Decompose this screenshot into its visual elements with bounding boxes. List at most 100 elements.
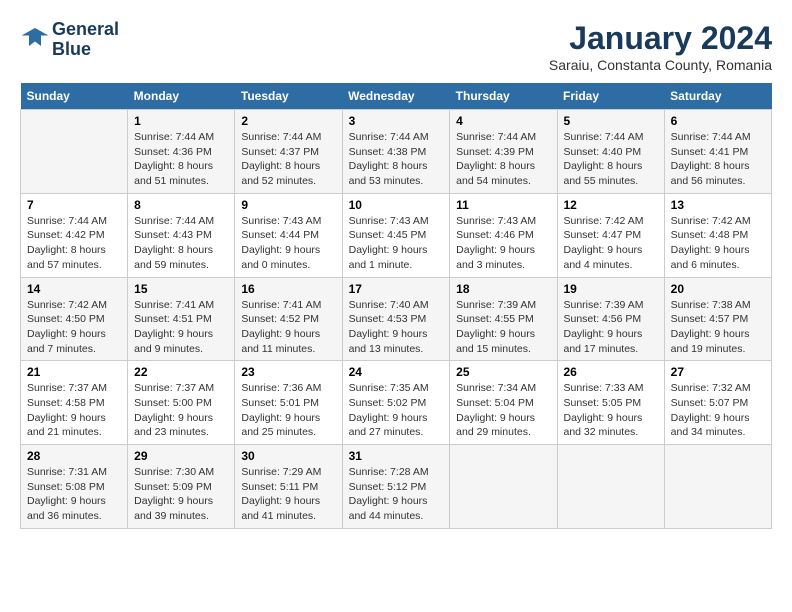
cell-sun-info: Sunrise: 7:28 AMSunset: 5:12 PMDaylight:… — [349, 465, 444, 524]
cell-sun-info: Sunrise: 7:30 AMSunset: 5:09 PMDaylight:… — [134, 465, 228, 524]
day-number: 21 — [27, 365, 121, 379]
month-title: January 2024 — [549, 20, 772, 57]
cell-sun-info: Sunrise: 7:29 AMSunset: 5:11 PMDaylight:… — [241, 465, 335, 524]
calendar-cell — [21, 110, 128, 194]
logo-icon — [20, 25, 50, 55]
day-number: 24 — [349, 365, 444, 379]
day-number: 16 — [241, 282, 335, 296]
title-block: January 2024 Saraiu, Constanta County, R… — [549, 20, 772, 73]
cell-sun-info: Sunrise: 7:33 AMSunset: 5:05 PMDaylight:… — [564, 381, 658, 440]
cell-sun-info: Sunrise: 7:42 AMSunset: 4:47 PMDaylight:… — [564, 214, 658, 273]
cell-sun-info: Sunrise: 7:44 AMSunset: 4:38 PMDaylight:… — [349, 130, 444, 189]
weekday-header: Wednesday — [342, 83, 450, 110]
cell-sun-info: Sunrise: 7:43 AMSunset: 4:45 PMDaylight:… — [349, 214, 444, 273]
day-number: 14 — [27, 282, 121, 296]
day-number: 25 — [456, 365, 550, 379]
calendar-cell: 14 Sunrise: 7:42 AMSunset: 4:50 PMDayligh… — [21, 277, 128, 361]
calendar-week-row: 28 Sunrise: 7:31 AMSunset: 5:08 PMDayligh… — [21, 445, 772, 529]
day-number: 22 — [134, 365, 228, 379]
cell-sun-info: Sunrise: 7:44 AMSunset: 4:41 PMDaylight:… — [671, 130, 765, 189]
cell-sun-info: Sunrise: 7:42 AMSunset: 4:48 PMDaylight:… — [671, 214, 765, 273]
day-number: 1 — [134, 114, 228, 128]
day-number: 6 — [671, 114, 765, 128]
location-title: Saraiu, Constanta County, Romania — [549, 57, 772, 73]
calendar-cell: 10 Sunrise: 7:43 AMSunset: 4:45 PMDayligh… — [342, 193, 450, 277]
calendar-cell: 23Sunrise: 7:36 AMSunset: 5:01 PMDayligh… — [235, 361, 342, 445]
logo-line2: Blue — [52, 40, 119, 60]
calendar-cell: 9 Sunrise: 7:43 AMSunset: 4:44 PMDaylight… — [235, 193, 342, 277]
calendar-cell: 17Sunrise: 7:40 AMSunset: 4:53 PMDayligh… — [342, 277, 450, 361]
cell-sun-info: Sunrise: 7:44 AMSunset: 4:39 PMDaylight:… — [456, 130, 550, 189]
weekday-header: Sunday — [21, 83, 128, 110]
weekday-header: Saturday — [664, 83, 771, 110]
cell-sun-info: Sunrise: 7:34 AMSunset: 5:04 PMDaylight:… — [456, 381, 550, 440]
calendar-cell: 1 Sunrise: 7:44 AMSunset: 4:36 PMDaylight… — [128, 110, 235, 194]
day-number: 3 — [349, 114, 444, 128]
cell-sun-info: Sunrise: 7:39 AMSunset: 4:56 PMDaylight:… — [564, 298, 658, 357]
calendar-table: SundayMondayTuesdayWednesdayThursdayFrid… — [20, 83, 772, 529]
calendar-cell: 15Sunrise: 7:41 AMSunset: 4:51 PMDayligh… — [128, 277, 235, 361]
calendar-cell: 24 Sunrise: 7:35 AMSunset: 5:02 PMDayligh… — [342, 361, 450, 445]
cell-sun-info: Sunrise: 7:44 AMSunset: 4:40 PMDaylight:… — [564, 130, 658, 189]
logo: General Blue — [20, 20, 119, 60]
day-number: 2 — [241, 114, 335, 128]
weekday-header: Tuesday — [235, 83, 342, 110]
calendar-week-row: 7 Sunrise: 7:44 AMSunset: 4:42 PMDaylight… — [21, 193, 772, 277]
day-number: 5 — [564, 114, 658, 128]
cell-sun-info: Sunrise: 7:43 AMSunset: 4:44 PMDaylight:… — [241, 214, 335, 273]
cell-sun-info: Sunrise: 7:44 AMSunset: 4:43 PMDaylight:… — [134, 214, 228, 273]
calendar-cell: 5 Sunrise: 7:44 AMSunset: 4:40 PMDaylight… — [557, 110, 664, 194]
calendar-cell: 26 Sunrise: 7:33 AMSunset: 5:05 PMDayligh… — [557, 361, 664, 445]
calendar-cell: 2 Sunrise: 7:44 AMSunset: 4:37 PMDaylight… — [235, 110, 342, 194]
day-number: 26 — [564, 365, 658, 379]
day-number: 12 — [564, 198, 658, 212]
day-number: 29 — [134, 449, 228, 463]
calendar-cell: 8 Sunrise: 7:44 AMSunset: 4:43 PMDaylight… — [128, 193, 235, 277]
calendar-week-row: 14 Sunrise: 7:42 AMSunset: 4:50 PMDayligh… — [21, 277, 772, 361]
calendar-cell: 3 Sunrise: 7:44 AMSunset: 4:38 PMDaylight… — [342, 110, 450, 194]
calendar-cell: 29 Sunrise: 7:30 AMSunset: 5:09 PMDayligh… — [128, 445, 235, 529]
calendar-cell: 20Sunrise: 7:38 AMSunset: 4:57 PMDayligh… — [664, 277, 771, 361]
calendar-cell: 19Sunrise: 7:39 AMSunset: 4:56 PMDayligh… — [557, 277, 664, 361]
logo-text: General Blue — [52, 20, 119, 60]
calendar-cell: 22 Sunrise: 7:37 AMSunset: 5:00 PMDayligh… — [128, 361, 235, 445]
calendar-cell: 31 Sunrise: 7:28 AMSunset: 5:12 PMDayligh… — [342, 445, 450, 529]
cell-sun-info: Sunrise: 7:42 AMSunset: 4:50 PMDaylight:… — [27, 298, 121, 357]
calendar-cell: 30 Sunrise: 7:29 AMSunset: 5:11 PMDayligh… — [235, 445, 342, 529]
calendar-week-row: 1 Sunrise: 7:44 AMSunset: 4:36 PMDaylight… — [21, 110, 772, 194]
calendar-cell: 7 Sunrise: 7:44 AMSunset: 4:42 PMDaylight… — [21, 193, 128, 277]
cell-sun-info: Sunrise: 7:41 AMSunset: 4:52 PMDaylight:… — [241, 298, 335, 357]
calendar-cell: 27Sunrise: 7:32 AMSunset: 5:07 PMDayligh… — [664, 361, 771, 445]
cell-sun-info: Sunrise: 7:37 AMSunset: 4:58 PMDaylight:… — [27, 381, 121, 440]
weekday-header: Thursday — [450, 83, 557, 110]
day-number: 4 — [456, 114, 550, 128]
day-number: 7 — [27, 198, 121, 212]
day-number: 8 — [134, 198, 228, 212]
cell-sun-info: Sunrise: 7:44 AMSunset: 4:36 PMDaylight:… — [134, 130, 228, 189]
cell-sun-info: Sunrise: 7:35 AMSunset: 5:02 PMDaylight:… — [349, 381, 444, 440]
day-number: 23 — [241, 365, 335, 379]
calendar-cell: 18Sunrise: 7:39 AMSunset: 4:55 PMDayligh… — [450, 277, 557, 361]
calendar-cell: 16 Sunrise: 7:41 AMSunset: 4:52 PMDayligh… — [235, 277, 342, 361]
day-number: 30 — [241, 449, 335, 463]
logo-line1: General — [52, 20, 119, 40]
cell-sun-info: Sunrise: 7:37 AMSunset: 5:00 PMDaylight:… — [134, 381, 228, 440]
day-number: 31 — [349, 449, 444, 463]
day-number: 18 — [456, 282, 550, 296]
cell-sun-info: Sunrise: 7:31 AMSunset: 5:08 PMDaylight:… — [27, 465, 121, 524]
page-header: General Blue January 2024 Saraiu, Consta… — [20, 20, 772, 73]
day-number: 10 — [349, 198, 444, 212]
calendar-cell: 28 Sunrise: 7:31 AMSunset: 5:08 PMDayligh… — [21, 445, 128, 529]
weekday-header-row: SundayMondayTuesdayWednesdayThursdayFrid… — [21, 83, 772, 110]
cell-sun-info: Sunrise: 7:41 AMSunset: 4:51 PMDaylight:… — [134, 298, 228, 357]
day-number: 13 — [671, 198, 765, 212]
calendar-cell — [664, 445, 771, 529]
cell-sun-info: Sunrise: 7:44 AMSunset: 4:42 PMDaylight:… — [27, 214, 121, 273]
calendar-cell: 21 Sunrise: 7:37 AMSunset: 4:58 PMDayligh… — [21, 361, 128, 445]
cell-sun-info: Sunrise: 7:44 AMSunset: 4:37 PMDaylight:… — [241, 130, 335, 189]
cell-sun-info: Sunrise: 7:43 AMSunset: 4:46 PMDaylight:… — [456, 214, 550, 273]
weekday-header: Monday — [128, 83, 235, 110]
day-number: 17 — [349, 282, 444, 296]
day-number: 28 — [27, 449, 121, 463]
day-number: 9 — [241, 198, 335, 212]
